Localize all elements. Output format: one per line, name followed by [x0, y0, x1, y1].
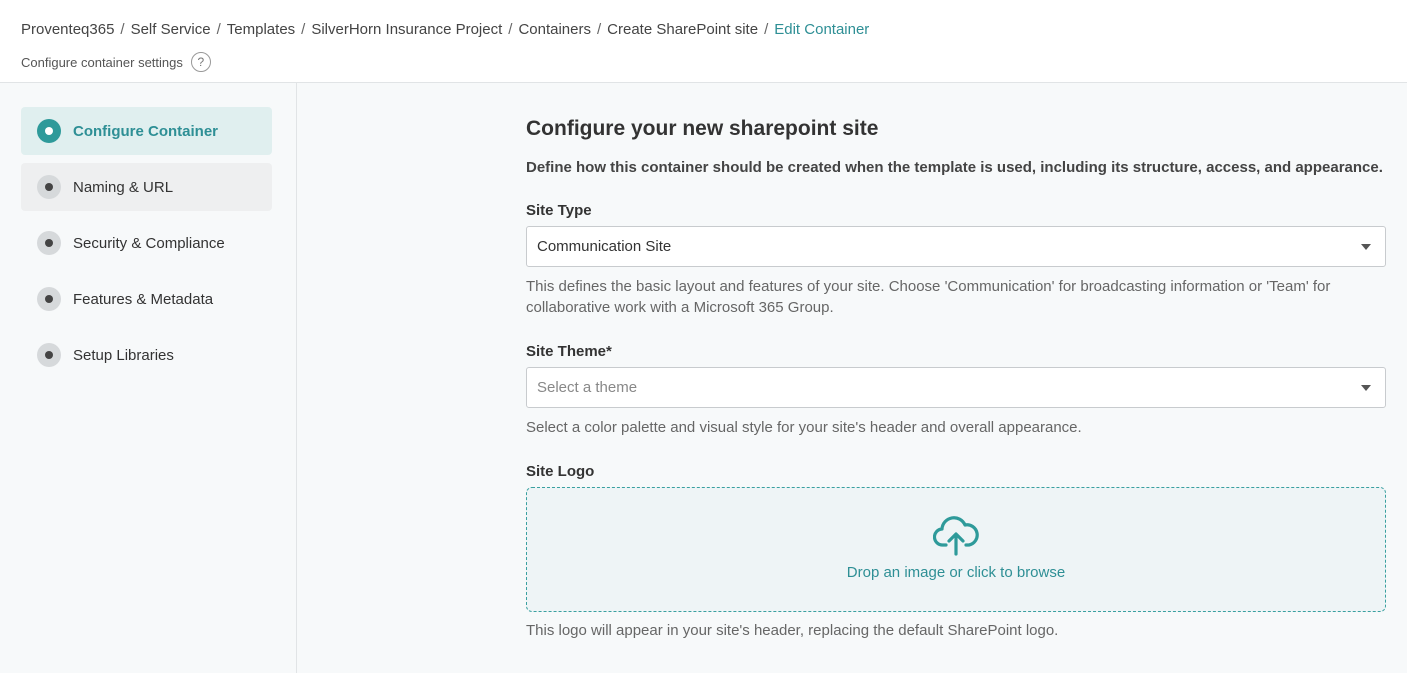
breadcrumb-separator: /	[216, 21, 221, 38]
breadcrumb-item[interactable]: Containers	[518, 21, 591, 38]
subtitle-text: Configure container settings	[21, 54, 183, 70]
step-features-metadata[interactable]: Features & Metadata	[21, 275, 272, 323]
step-pending-icon	[37, 343, 61, 367]
site-theme-placeholder: Select a theme	[537, 379, 638, 396]
step-security-compliance[interactable]: Security & Compliance	[21, 219, 272, 267]
step-active-icon	[37, 119, 61, 143]
dropzone-text: Drop an image or click to browse	[846, 564, 1066, 581]
step-naming-url[interactable]: Naming & URL	[21, 163, 272, 211]
site-logo-hint: This logo will appear in your site's hea…	[526, 622, 1059, 639]
chevron-down-icon	[1361, 385, 1371, 391]
step-label: Features & Metadata	[73, 290, 214, 308]
site-theme-hint: Select a color palette and visual style …	[526, 419, 1082, 436]
breadcrumb: Proventeq365 / Self Service / Templates / Silv…	[21, 21, 869, 38]
page-header: Proventeq365 / Self Service / Templates / Silv…	[0, 0, 1407, 83]
page-description: Define how this container should be crea…	[526, 159, 1383, 176]
breadcrumb-item[interactable]: SilverHorn Insurance Project	[311, 21, 502, 38]
step-label: Security & Compliance	[73, 234, 225, 252]
breadcrumb-current: Edit Container	[774, 21, 870, 38]
step-pending-icon	[37, 287, 61, 311]
wizard-sidebar: Configure Container Naming & URL Securit…	[0, 83, 297, 673]
breadcrumb-separator: /	[596, 21, 602, 38]
site-type-hint: This defines the basic layout and featur…	[526, 278, 1331, 316]
step-label: Naming & URL	[73, 178, 174, 196]
site-type-select[interactable]: Communication Site	[526, 226, 1386, 267]
breadcrumb-separator: /	[764, 21, 769, 38]
site-theme-label: Site Theme*	[526, 343, 612, 360]
step-pending-icon	[37, 175, 61, 199]
chevron-down-icon	[1361, 244, 1371, 250]
site-logo-label: Site Logo	[526, 463, 595, 480]
site-theme-select[interactable]: Select a theme	[526, 367, 1386, 408]
site-type-value: Communication Site	[537, 238, 672, 255]
step-configure-container[interactable]: Configure Container	[21, 107, 272, 155]
step-setup-libraries[interactable]: Setup Libraries	[21, 331, 272, 379]
cloud-upload-icon	[933, 516, 979, 556]
site-type-label: Site Type	[526, 202, 592, 219]
step-pending-icon	[37, 231, 61, 255]
help-icon[interactable]: ?	[190, 52, 211, 72]
breadcrumb-separator: /	[120, 21, 125, 38]
logo-dropzone[interactable]: Drop an image or click to browse	[526, 487, 1386, 612]
breadcrumb-separator: /	[301, 21, 306, 38]
breadcrumb-separator: /	[508, 21, 513, 38]
breadcrumb-item[interactable]: Proventeq365	[21, 21, 114, 38]
breadcrumb-item[interactable]: Create SharePoint site	[607, 21, 758, 38]
breadcrumb-item[interactable]: Self Service	[131, 21, 211, 38]
breadcrumb-item[interactable]: Templates	[227, 21, 295, 38]
step-label: Setup Libraries	[73, 346, 174, 364]
step-label: Configure Container	[73, 122, 218, 140]
page-subtitle: Configure container settings ?	[21, 52, 211, 72]
page-title: Configure your new sharepoint site	[526, 117, 879, 140]
